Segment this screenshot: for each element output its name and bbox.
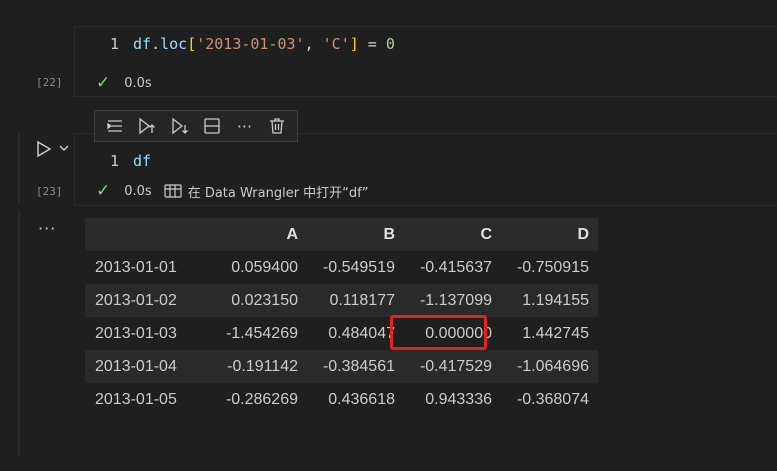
- code-editor-line[interactable]: 1 df: [75, 144, 777, 178]
- column-header: C: [480, 225, 492, 243]
- table-cell: 0.436618: [328, 390, 395, 408]
- table-row: 2013-01-03 -1.454269 0.484047 0.000000 1…: [85, 317, 598, 350]
- line-number: 1: [109, 152, 119, 170]
- execution-duration: 0.0s: [124, 183, 152, 199]
- table-cell: -1.137099: [419, 291, 492, 309]
- table-row: 2013-01-04 -0.191142 -0.384561 -0.417529…: [85, 350, 598, 383]
- split-cell-icon[interactable]: [201, 115, 223, 137]
- table-row: 2013-01-01 0.059400 -0.549519 -0.415637 …: [85, 251, 598, 284]
- execution-duration: 0.0s: [124, 75, 152, 91]
- table-cell: 0.943336: [425, 390, 492, 408]
- output-more-actions-icon[interactable]: ···: [38, 219, 56, 238]
- table-cell: -0.384561: [322, 357, 395, 375]
- table-cell: -1.064696: [516, 357, 589, 375]
- column-header: A: [286, 225, 298, 243]
- run-cell-icon[interactable]: [34, 139, 54, 159]
- code-cell-22[interactable]: 1 df.loc['2013-01-03', 'C'] = 0: [74, 26, 777, 97]
- column-header: B: [383, 225, 395, 243]
- success-check-icon: ✓: [96, 73, 111, 93]
- more-actions-icon[interactable]: ···: [233, 115, 255, 137]
- table-cell: 0.023150: [231, 291, 298, 309]
- delete-cell-icon[interactable]: [266, 115, 288, 137]
- execution-count: [23]: [36, 185, 63, 198]
- row-index: 2013-01-04: [95, 357, 177, 375]
- index-header: [85, 218, 205, 251]
- chevron-down-icon[interactable]: [58, 141, 70, 155]
- success-check-icon: ✓: [96, 181, 111, 201]
- cell-toolbar: ···: [94, 110, 298, 142]
- data-wrangler-icon: [164, 184, 182, 198]
- output-focus-indicator: [18, 210, 20, 455]
- cell-status: ✓ 0.0s 在 Data Wrangler 中打开“df”: [96, 181, 368, 201]
- execute-below-icon[interactable]: [169, 115, 191, 137]
- code-text: df: [133, 152, 152, 170]
- code-text: df.loc['2013-01-03', 'C'] = 0: [133, 35, 395, 53]
- execute-above-icon[interactable]: [136, 115, 158, 137]
- highlight-box: [390, 315, 487, 350]
- table-header-row: A B C D: [85, 218, 598, 251]
- line-number: 1: [109, 35, 119, 53]
- table-cell: 1.194155: [522, 291, 589, 309]
- table-cell: -0.415637: [419, 258, 492, 276]
- row-index: 2013-01-05: [95, 390, 177, 408]
- execution-count: [22]: [36, 76, 63, 89]
- table-cell: 1.442745: [522, 324, 589, 342]
- open-in-data-wrangler-link[interactable]: 在 Data Wrangler 中打开“df”: [164, 182, 369, 201]
- table-cell: -0.286269: [225, 390, 298, 408]
- table-cell: -0.191142: [227, 357, 298, 375]
- table-cell: -0.549519: [322, 258, 395, 276]
- table-cell: -0.417529: [419, 357, 492, 375]
- code-editor-line[interactable]: 1 df.loc['2013-01-03', 'C'] = 0: [75, 27, 777, 61]
- table-cell: -1.454269: [225, 324, 298, 342]
- run-by-line-icon[interactable]: [104, 115, 126, 137]
- row-index: 2013-01-01: [95, 258, 177, 276]
- table-row: 2013-01-02 0.023150 0.118177 -1.137099 1…: [85, 284, 598, 317]
- table-cell: -0.750915: [516, 258, 589, 276]
- open-in-data-wrangler-label: 在 Data Wrangler 中打开“df”: [187, 185, 369, 201]
- cell-focus-indicator: [18, 133, 20, 203]
- table-row: 2013-01-05 -0.286269 0.436618 0.943336 -…: [85, 383, 598, 416]
- column-header: D: [577, 225, 589, 243]
- table-cell: 0.059400: [231, 258, 298, 276]
- row-index: 2013-01-03: [95, 324, 177, 342]
- cell-status: ✓ 0.0s: [96, 73, 152, 93]
- dataframe-output-table: A B C D 2013-01-01 0.059400 -0.549519 -0…: [85, 218, 598, 416]
- table-cell: 0.118177: [329, 291, 395, 309]
- table-cell: -0.368074: [516, 390, 589, 408]
- row-index: 2013-01-02: [95, 291, 177, 309]
